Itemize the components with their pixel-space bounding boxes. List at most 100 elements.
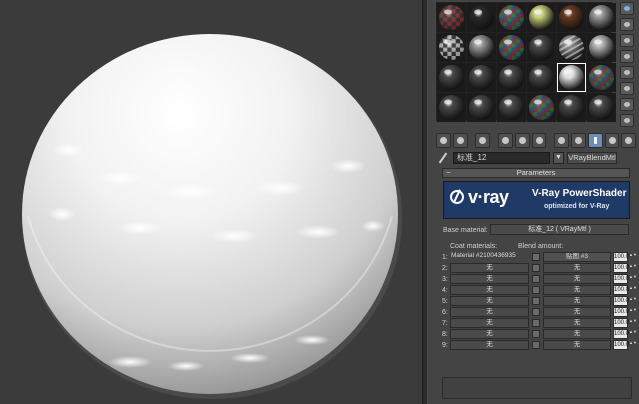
chevron-down-icon[interactable]: ▼	[553, 152, 564, 164]
coat-row: 9: 无无 100.0 ▲▼	[442, 340, 637, 351]
options-button[interactable]	[620, 98, 634, 111]
coat-enable-checkbox[interactable]	[532, 330, 540, 338]
blend-map-button[interactable]: 无	[543, 340, 611, 350]
material-name-input[interactable]: 标准_12	[453, 152, 550, 164]
blend-map-button[interactable]: 无	[543, 285, 611, 295]
uv-tiling-button[interactable]	[620, 50, 634, 63]
material-sample-slot[interactable]	[527, 63, 556, 92]
coat-enable-checkbox[interactable]	[532, 275, 540, 283]
show-map-button[interactable]	[571, 132, 586, 148]
material-sample-slot[interactable]	[437, 3, 466, 32]
sample-type-button[interactable]	[620, 2, 634, 15]
coat-material-button[interactable]: 无	[450, 307, 529, 317]
coat-enable-checkbox[interactable]	[532, 286, 540, 294]
blend-amount-input[interactable]: 100.0	[613, 318, 629, 328]
put-to-scene-button[interactable]	[452, 132, 468, 148]
assign-to-selection-button[interactable]	[475, 132, 491, 148]
material-sample-slot[interactable]	[437, 33, 466, 62]
material-id-button[interactable]	[554, 132, 570, 148]
coat-index: 2:	[442, 265, 448, 272]
spinner-icon[interactable]: ▲▼	[629, 296, 637, 306]
material-sample-slot[interactable]	[527, 93, 556, 122]
material-sample-slot[interactable]	[467, 3, 496, 32]
coat-material-button[interactable]: 无	[450, 263, 529, 273]
get-material-button[interactable]	[436, 132, 451, 148]
blend-map-button[interactable]: 贴图 #3	[543, 252, 611, 262]
material-sample-slot[interactable]	[527, 33, 556, 62]
base-material-button[interactable]: 标准_12 ( VRayMtl )	[490, 224, 629, 235]
show-end-result-button[interactable]	[587, 132, 603, 148]
coat-material-button[interactable]: 无	[450, 274, 529, 284]
material-sample-slot[interactable]	[587, 93, 616, 122]
material-type-button[interactable]: VRayBlendMtl	[567, 152, 617, 164]
coat-material-button[interactable]: 无	[450, 340, 529, 350]
go-forward-sibling-button[interactable]	[621, 132, 637, 148]
material-sample-slot[interactable]	[527, 3, 556, 32]
blend-map-button[interactable]: 无	[543, 263, 611, 273]
spinner-icon[interactable]: ▲▼	[629, 329, 637, 339]
blend-map-button[interactable]: 无	[543, 318, 611, 328]
spinner-icon[interactable]: ▲▼	[629, 285, 637, 295]
material-sample-slot[interactable]	[587, 63, 616, 92]
blend-amount-input[interactable]: 100.0	[613, 296, 629, 306]
blend-map-button[interactable]: 无	[543, 329, 611, 339]
material-sample-slot[interactable]	[557, 93, 586, 122]
go-to-parent-button[interactable]	[604, 132, 620, 148]
put-to-library-button[interactable]	[531, 132, 547, 148]
background-button[interactable]	[620, 34, 634, 47]
blend-map-button[interactable]: 无	[543, 307, 611, 317]
video-color-check-button[interactable]	[620, 66, 634, 79]
select-by-material-button[interactable]	[620, 114, 634, 127]
material-sample-slot[interactable]	[437, 93, 466, 122]
spinner-icon[interactable]: ▲▼	[629, 274, 637, 284]
coat-material-button[interactable]: Material #2100436935	[450, 252, 529, 262]
blend-amount-input[interactable]: 100.0	[613, 340, 629, 350]
spinner-icon[interactable]: ▲▼	[629, 307, 637, 317]
backlight-button[interactable]	[620, 18, 634, 31]
preview-viewport[interactable]	[0, 0, 422, 404]
material-sample-slot[interactable]	[497, 33, 526, 62]
blend-map-button[interactable]: 无	[543, 274, 611, 284]
parameters-rollout-header[interactable]: − Parameters	[442, 168, 630, 178]
pick-material-icon[interactable]	[436, 152, 450, 164]
blend-amount-input[interactable]: 100.0	[613, 274, 629, 284]
coat-material-button[interactable]: 无	[450, 296, 529, 306]
logo-title: V-Ray PowerShader	[532, 188, 627, 199]
material-name-row: 标准_12 ▼ VRayBlendMtl	[436, 151, 636, 165]
coat-enable-checkbox[interactable]	[532, 341, 540, 349]
material-sample-slot[interactable]	[557, 3, 586, 32]
coat-enable-checkbox[interactable]	[532, 264, 540, 272]
blend-amount-input[interactable]: 100.0	[613, 329, 629, 339]
spinner-icon[interactable]: ▲▼	[629, 252, 637, 262]
blend-amount-input[interactable]: 100.0	[613, 263, 629, 273]
material-sample-slot[interactable]	[467, 63, 496, 92]
coat-row: 5: 无无 100.0 ▲▼	[442, 296, 637, 307]
blend-amount-input[interactable]: 100.0	[613, 307, 629, 317]
material-sample-slot[interactable]	[557, 33, 586, 62]
material-sample-slot[interactable]	[437, 63, 466, 92]
material-sample-slot[interactable]	[467, 33, 496, 62]
reset-map-button[interactable]	[498, 132, 513, 148]
blend-map-button[interactable]: 无	[543, 296, 611, 306]
material-sample-slot[interactable]	[497, 63, 526, 92]
spinner-icon[interactable]: ▲▼	[629, 263, 637, 273]
material-sample-slot[interactable]	[497, 93, 526, 122]
coat-material-button[interactable]: 无	[450, 318, 529, 328]
coat-enable-checkbox[interactable]	[532, 308, 540, 316]
blend-amount-input[interactable]: 100.0	[613, 285, 629, 295]
coat-enable-checkbox[interactable]	[532, 297, 540, 305]
spinner-icon[interactable]: ▲▼	[629, 340, 637, 350]
coat-material-button[interactable]: 无	[450, 329, 529, 339]
spinner-icon[interactable]: ▲▼	[629, 318, 637, 328]
make-preview-button[interactable]	[620, 82, 634, 95]
make-unique-button[interactable]	[514, 132, 530, 148]
material-sample-slot[interactable]	[467, 93, 496, 122]
coat-enable-checkbox[interactable]	[532, 319, 540, 327]
coat-enable-checkbox[interactable]	[532, 253, 540, 261]
blend-amount-input[interactable]: 100.0	[613, 252, 629, 262]
coat-material-button[interactable]: 无	[450, 285, 529, 295]
material-sample-slot[interactable]	[587, 3, 616, 32]
material-sample-slot[interactable]	[587, 33, 616, 62]
material-sample-slot[interactable]	[557, 63, 586, 92]
material-sample-slot[interactable]	[497, 3, 526, 32]
